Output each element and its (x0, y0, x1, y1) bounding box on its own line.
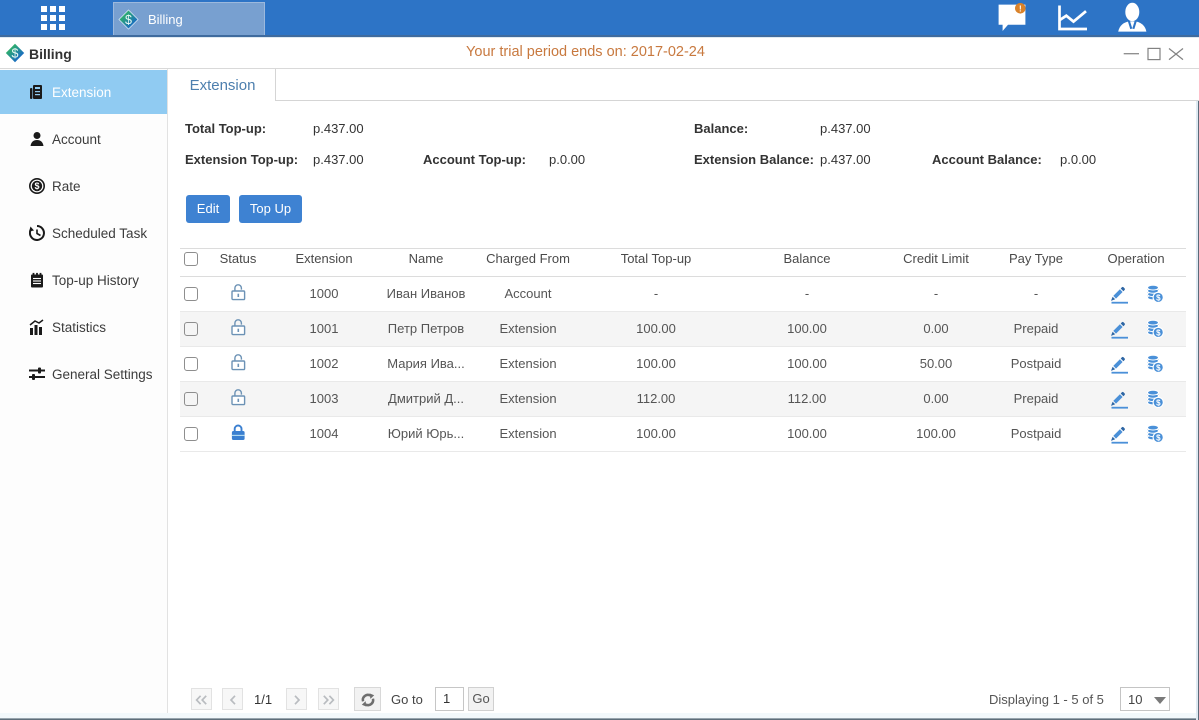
svg-text:$: $ (125, 13, 132, 27)
svg-text:$: $ (1156, 433, 1161, 442)
svg-text:$: $ (1156, 398, 1161, 407)
svg-text:$: $ (1156, 363, 1161, 372)
svg-text:!: ! (1019, 5, 1022, 14)
svg-text:$: $ (1156, 328, 1161, 337)
svg-text:$: $ (1156, 293, 1161, 302)
svg-text:$: $ (34, 181, 39, 191)
